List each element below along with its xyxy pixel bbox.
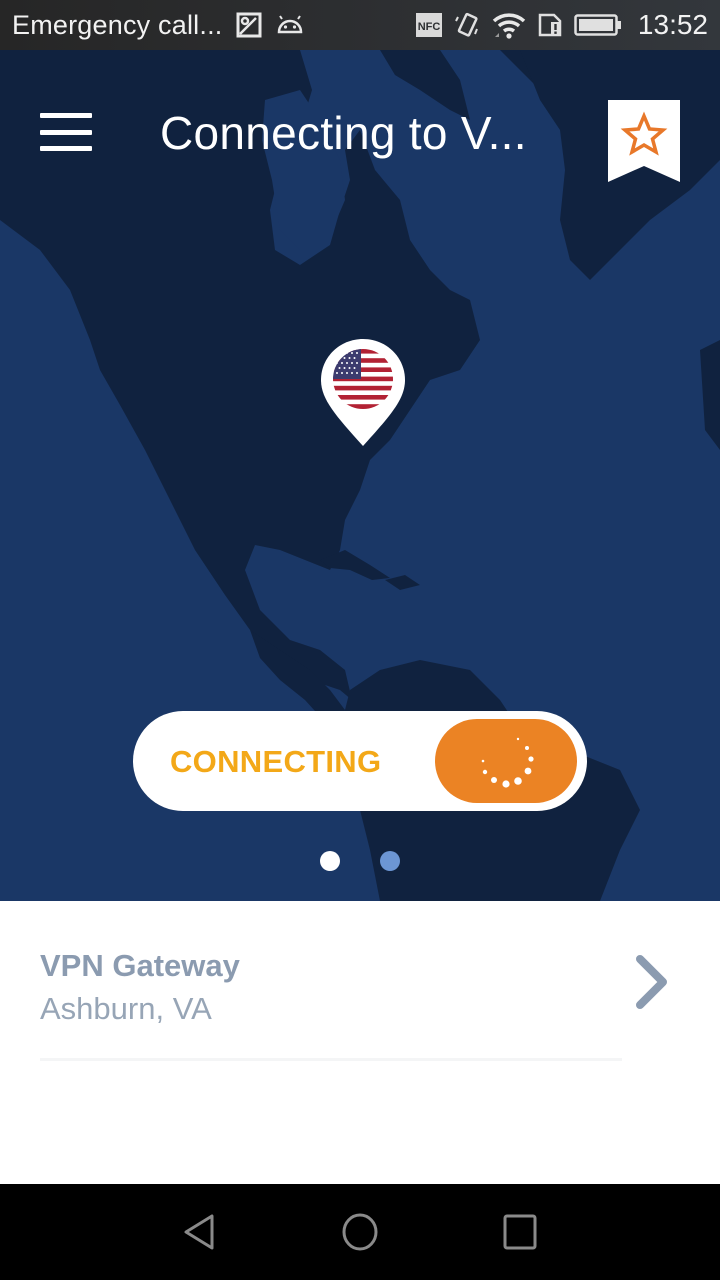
favorite-button[interactable] <box>608 100 680 182</box>
location-pin[interactable] <box>321 339 405 447</box>
notification-text: Emergency call... <box>12 9 223 40</box>
gateway-location: Ashburn, VA <box>40 991 212 1026</box>
loading-spinner-icon <box>481 737 534 788</box>
connect-status-label: CONNECTING <box>170 744 382 779</box>
svg-text:NFC: NFC <box>418 21 441 33</box>
recents-icon[interactable] <box>500 1212 540 1252</box>
screen: Emergency call... NFC 13:52 Connecting t… <box>0 0 720 1280</box>
chevron-right-icon[interactable] <box>632 953 672 1011</box>
hamburger-menu-icon[interactable] <box>40 113 92 151</box>
gateway-title: VPN Gateway <box>40 948 240 983</box>
wifi-icon <box>492 11 526 39</box>
gateway-panel: VPN Gateway Ashburn, VA <box>0 901 720 1184</box>
status-bar: Emergency call... NFC 13:52 <box>0 0 720 50</box>
battery-icon <box>574 13 622 37</box>
page-title: Connecting to V... <box>160 107 527 159</box>
connect-toggle[interactable]: CONNECTING <box>133 711 587 811</box>
system-nav-bar <box>0 1184 720 1280</box>
status-time: 13:52 <box>637 9 708 40</box>
toggle-knob[interactable] <box>435 719 577 803</box>
page-indicator <box>0 851 720 871</box>
sim-alert-icon <box>538 13 562 37</box>
page-dot-2[interactable] <box>380 851 400 871</box>
map-pin-icon <box>321 339 405 446</box>
home-icon[interactable] <box>340 1212 380 1252</box>
gateway-selector[interactable]: VPN Gateway Ashburn, VA <box>0 901 720 1058</box>
nfc-icon: NFC <box>415 13 442 37</box>
vibrate-icon <box>454 11 480 39</box>
united-states-flag <box>333 349 393 409</box>
back-icon[interactable] <box>180 1212 220 1252</box>
image-icon <box>236 12 262 38</box>
android-icon <box>276 14 304 36</box>
divider <box>40 1058 622 1061</box>
page-dot-1[interactable] <box>320 851 340 871</box>
star-outline-icon <box>608 100 680 182</box>
